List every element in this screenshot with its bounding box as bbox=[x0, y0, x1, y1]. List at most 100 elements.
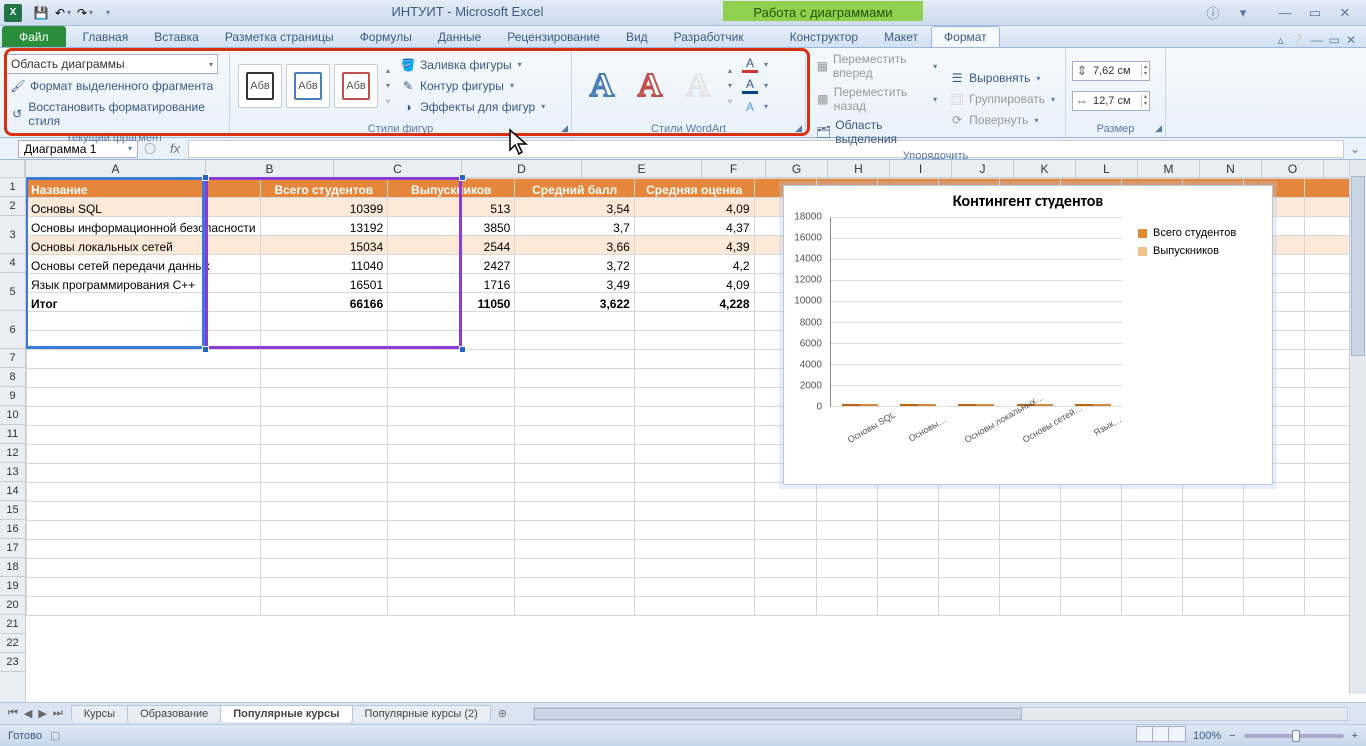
row-header[interactable]: 1 bbox=[0, 178, 25, 197]
row-header[interactable]: 12 bbox=[0, 444, 25, 463]
tab-Конструктор[interactable]: Конструктор bbox=[777, 26, 871, 47]
group-button[interactable]: ⿴Группировать▾ bbox=[945, 89, 1059, 109]
tab-Разметка страницы[interactable]: Разметка страницы bbox=[212, 26, 347, 47]
width-spinner[interactable]: ⇔ 12,7 см ▴▾ bbox=[1072, 91, 1150, 111]
shape-fill-button[interactable]: 🪣Заливка фигуры▾ bbox=[396, 55, 549, 75]
row-header[interactable]: 23 bbox=[0, 653, 25, 672]
tab-Вид[interactable]: Вид bbox=[613, 26, 661, 47]
row-header[interactable]: 22 bbox=[0, 634, 25, 653]
col-header[interactable]: I bbox=[890, 160, 952, 177]
row-header[interactable]: 13 bbox=[0, 463, 25, 482]
page-break-view-icon[interactable] bbox=[1168, 726, 1186, 742]
col-header[interactable]: K bbox=[1014, 160, 1076, 177]
bring-forward-button[interactable]: ▦Переместить вперед▾ bbox=[812, 50, 941, 82]
row-header[interactable]: 11 bbox=[0, 425, 25, 444]
dialog-launcher-icon[interactable]: ◢ bbox=[795, 123, 802, 134]
wordart-style-2[interactable]: А bbox=[628, 58, 672, 114]
next-sheet-icon[interactable]: ▶ bbox=[36, 707, 48, 720]
horizontal-scrollbar[interactable] bbox=[533, 707, 1348, 721]
gallery-more-icon[interactable]: ▿ bbox=[728, 97, 732, 106]
row-header[interactable]: 3 bbox=[0, 216, 25, 254]
doc-close-icon[interactable]: ✕ bbox=[1346, 33, 1356, 47]
qat-customize-icon[interactable]: ▾ bbox=[98, 4, 116, 22]
col-header[interactable]: A bbox=[26, 160, 206, 177]
col-header[interactable]: F bbox=[702, 160, 766, 177]
shape-style-2[interactable]: Абв bbox=[286, 64, 330, 108]
tab-Данные[interactable]: Данные bbox=[425, 26, 494, 47]
col-header[interactable]: O bbox=[1262, 160, 1324, 177]
format-selection-button[interactable]: 🖌Формат выделенного фрагмента bbox=[6, 76, 223, 96]
wordart-style-1[interactable]: А bbox=[580, 58, 624, 114]
doc-restore-icon[interactable]: ▭ bbox=[1329, 33, 1340, 47]
prev-sheet-icon[interactable]: ◀ bbox=[22, 707, 34, 720]
row-header[interactable]: 9 bbox=[0, 387, 25, 406]
dialog-launcher-icon[interactable]: ◢ bbox=[561, 123, 568, 134]
align-button[interactable]: ☰Выровнять▾ bbox=[945, 68, 1059, 88]
minimize-ribbon-icon[interactable]: ▾ bbox=[1232, 5, 1254, 21]
zoom-slider[interactable] bbox=[1244, 734, 1344, 738]
row-header[interactable]: 21 bbox=[0, 615, 25, 634]
redo-icon[interactable]: ↷▾ bbox=[76, 4, 94, 22]
row-header[interactable]: 8 bbox=[0, 368, 25, 387]
col-header[interactable]: E bbox=[582, 160, 702, 177]
restore-icon[interactable]: ▭ bbox=[1304, 5, 1326, 21]
gallery-down-icon[interactable]: ▾ bbox=[386, 81, 390, 90]
selection-pane-button[interactable]: 🗂Область выделения bbox=[812, 116, 941, 148]
text-fill-button[interactable]: A▾ bbox=[738, 55, 772, 75]
gallery-up-icon[interactable]: ▴ bbox=[728, 66, 732, 75]
shape-outline-button[interactable]: ✎Контур фигуры▾ bbox=[396, 76, 549, 96]
vertical-scrollbar[interactable] bbox=[1349, 160, 1366, 694]
tab-Рецензирование[interactable]: Рецензирование bbox=[494, 26, 613, 47]
col-header[interactable]: H bbox=[828, 160, 890, 177]
tab-Формат[interactable]: Формат bbox=[931, 26, 1000, 47]
new-sheet-icon[interactable]: ⊕ bbox=[490, 707, 515, 720]
col-header[interactable]: B bbox=[206, 160, 334, 177]
selection-handle[interactable] bbox=[459, 174, 466, 181]
tab-Разработчик[interactable]: Разработчик bbox=[661, 26, 757, 47]
selection-handle[interactable] bbox=[202, 174, 209, 181]
selection-handle[interactable] bbox=[202, 346, 209, 353]
minimize-icon[interactable]: — bbox=[1274, 5, 1296, 21]
save-icon[interactable]: 💾 bbox=[32, 4, 50, 22]
row-header[interactable]: 2 bbox=[0, 197, 25, 216]
last-sheet-icon[interactable]: ⏭ bbox=[51, 707, 65, 720]
selection-handle[interactable] bbox=[459, 346, 466, 353]
tab-file[interactable]: Файл bbox=[2, 26, 66, 47]
col-header[interactable]: J bbox=[952, 160, 1014, 177]
row-header[interactable]: 17 bbox=[0, 539, 25, 558]
sheet-tab[interactable]: Популярные курсы (2) bbox=[352, 705, 491, 722]
row-header[interactable]: 16 bbox=[0, 520, 25, 539]
row-header[interactable]: 20 bbox=[0, 596, 25, 615]
text-effects-button[interactable]: A▾ bbox=[738, 97, 772, 117]
col-header[interactable]: M bbox=[1138, 160, 1200, 177]
tab-Макет[interactable]: Макет bbox=[871, 26, 931, 47]
height-spinner[interactable]: ⇕ 7,62 см ▴▾ bbox=[1072, 61, 1150, 81]
col-header[interactable]: L bbox=[1076, 160, 1138, 177]
select-all-corner[interactable] bbox=[0, 160, 25, 178]
tab-Главная[interactable]: Главная bbox=[70, 26, 142, 47]
gallery-more-icon[interactable]: ▿ bbox=[386, 97, 390, 106]
row-header[interactable]: 4 bbox=[0, 254, 25, 273]
tab-Формулы[interactable]: Формулы bbox=[347, 26, 425, 47]
gallery-up-icon[interactable]: ▴ bbox=[386, 66, 390, 75]
undo-icon[interactable]: ↶▾ bbox=[54, 4, 72, 22]
chart-element-combo[interactable]: Область диаграммы▾ bbox=[6, 54, 218, 74]
zoom-in-icon[interactable]: + bbox=[1352, 730, 1358, 742]
reset-style-button[interactable]: ↺Восстановить форматирование стиля bbox=[6, 98, 223, 130]
sheet-tab[interactable]: Образование bbox=[127, 705, 221, 722]
col-header[interactable]: C bbox=[334, 160, 462, 177]
col-header[interactable]: N bbox=[1200, 160, 1262, 177]
shape-style-1[interactable]: Абв bbox=[238, 64, 282, 108]
ribbon-minimize-icon[interactable]: ▵ bbox=[1278, 33, 1284, 47]
close-icon[interactable]: ✕ bbox=[1334, 5, 1356, 21]
shape-style-3[interactable]: Абв bbox=[334, 64, 378, 108]
dialog-launcher-icon[interactable]: ◢ bbox=[1155, 123, 1162, 134]
embedded-chart[interactable]: Контингент студентов 0200040006000800010… bbox=[783, 185, 1273, 485]
help-button-icon[interactable]: ❔ bbox=[1290, 33, 1305, 47]
formula-input[interactable] bbox=[188, 140, 1344, 158]
col-header[interactable]: D bbox=[462, 160, 582, 177]
row-header[interactable]: 10 bbox=[0, 406, 25, 425]
col-header[interactable]: G bbox=[766, 160, 828, 177]
shape-effects-button[interactable]: ◑Эффекты для фигур▾ bbox=[396, 97, 549, 117]
row-header[interactable]: 14 bbox=[0, 482, 25, 501]
